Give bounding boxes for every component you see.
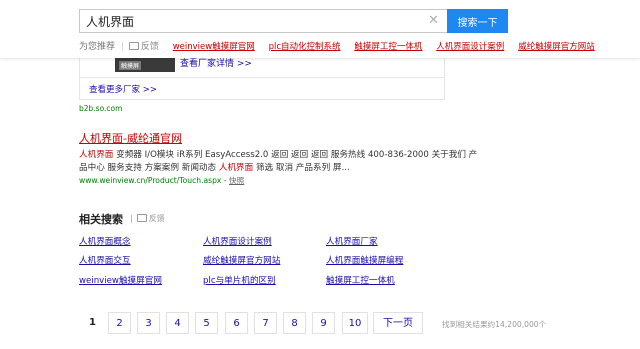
snippet-text: 筛选 取消 产品系列 屏...	[253, 162, 350, 173]
recommend-row: 为您推荐 | 反馈 weinview触摸屏官网 plc自动化控制系统 触摸屏工控…	[79, 39, 639, 52]
feedback-label: 反馈	[148, 214, 165, 223]
page-link[interactable]: 2	[108, 312, 131, 334]
related-link[interactable]: 人机界面概念	[79, 235, 131, 247]
result-url-line: www.weinview.cn/Product/Touch.aspx - 快照	[79, 176, 245, 185]
divider: |	[120, 42, 124, 52]
result-title-link[interactable]: 人机界面-威纶通官网	[79, 132, 182, 145]
related-link[interactable]: 人机界面交互	[79, 254, 131, 266]
related-link[interactable]: 触摸屏工控一体机	[326, 274, 395, 286]
page-link[interactable]: 9	[312, 312, 335, 334]
related-link[interactable]: weinview触摸屏官网	[79, 274, 162, 286]
page-current: 1	[89, 317, 96, 328]
related-link[interactable]: 人机界面触摸屏编程	[326, 254, 403, 266]
recommend-link[interactable]: 威纶触摸屏官方网站	[518, 42, 595, 52]
clear-icon[interactable]: ✕	[428, 14, 439, 28]
search-input[interactable]	[80, 10, 426, 32]
related-link[interactable]: plc与单片机的区别	[203, 274, 276, 286]
search-header: ✕ 搜索一下 为您推荐 | 反馈 weinview触摸屏官网 plc自动化控制系…	[0, 0, 640, 58]
page-link[interactable]: 10	[342, 312, 368, 334]
snippet-highlight: 人机界面	[218, 162, 254, 173]
feedback-icon	[128, 42, 139, 50]
next-page-button[interactable]: 下一页	[373, 312, 423, 334]
page-link[interactable]: 8	[283, 312, 306, 334]
feedback-icon	[136, 214, 147, 222]
recommend-link[interactable]: 人机界面设计案例	[436, 42, 504, 52]
related-title: 相关搜索	[79, 213, 123, 226]
page-link[interactable]: 7	[254, 312, 277, 334]
feedback-label: 反馈	[140, 42, 159, 52]
page-link[interactable]: 6	[225, 312, 248, 334]
feedback-link[interactable]: 反馈	[128, 42, 159, 52]
related-link[interactable]: 人机界面设计案例	[203, 235, 272, 247]
search-box: ✕	[79, 9, 447, 33]
result-snippet: 人机界面 变频器 I/O模块 iR系列 EasyAccess2.0 返回 返回 …	[79, 149, 479, 174]
card-divider	[79, 77, 445, 78]
related-link[interactable]: 威纶触摸屏官方网站	[203, 254, 280, 266]
page-link[interactable]: 4	[166, 312, 189, 334]
result-count: 找到相关结果约14,200,000个	[442, 320, 547, 329]
snippet-highlight: 人机界面	[79, 150, 114, 160]
more-vendors-link[interactable]: 查看更多厂家 >>	[89, 83, 157, 95]
search-button[interactable]: 搜索一下	[447, 9, 508, 33]
recommend-link[interactable]: 触摸屏工控一体机	[354, 42, 422, 52]
result-url: www.weinview.cn/Product/Touch.aspx	[79, 176, 222, 185]
recommend-link[interactable]: plc自动化控制系统	[269, 42, 341, 52]
result-source: b2b.so.com	[79, 104, 123, 113]
recommend-link[interactable]: weinview触摸屏官网	[173, 42, 255, 52]
snapshot-link[interactable]: 快照	[229, 176, 244, 185]
recommend-label: 为您推荐	[79, 42, 116, 52]
related-feedback[interactable]: | 反馈	[130, 213, 165, 224]
thumbnail-label: 触摸屏	[119, 61, 142, 70]
page-link[interactable]: 5	[195, 312, 218, 334]
search-result: 人机界面-威纶通官网 人机界面 变频器 I/O模块 iR系列 EasyAcces…	[79, 130, 479, 186]
page-link[interactable]: 3	[137, 312, 160, 334]
related-link[interactable]: 人机界面厂家	[326, 235, 378, 247]
